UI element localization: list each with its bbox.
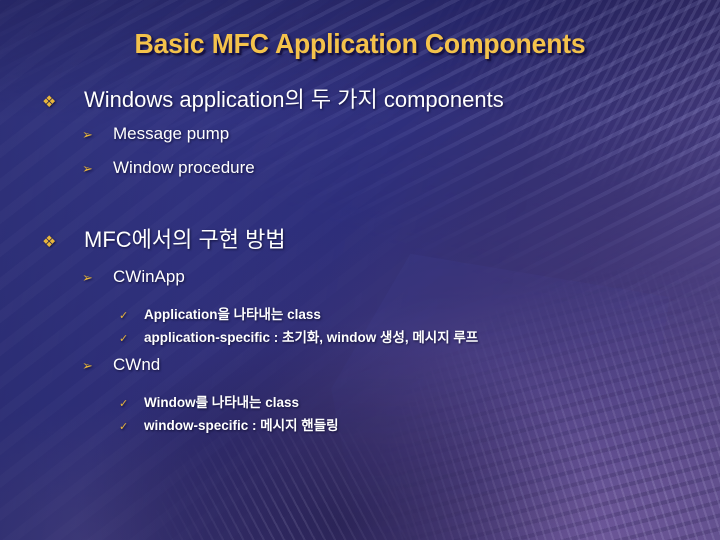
outline-text: Message pump (113, 124, 230, 143)
arrow-bullet-icon: ➢ (82, 270, 93, 285)
diamond-bullet-icon: ❖ (42, 94, 57, 111)
outline-text: CWinApp (113, 267, 185, 286)
outline-row-4: ❖ MFC에서의 구현 방법 (42, 222, 286, 254)
outline-text: Window를 나타내는 class (144, 395, 299, 410)
outline-row-6: ✓ Application을 나타내는 class (119, 303, 321, 323)
check-bullet-icon: ✓ (119, 310, 129, 322)
outline-row-9: ✓ Window를 나타내는 class (119, 391, 299, 411)
outline-text: window-specific : 메시지 핸들링 (144, 418, 339, 433)
check-bullet-icon: ✓ (119, 398, 129, 410)
outline-text: Window procedure (113, 158, 255, 177)
outline-text: Application을 나타내는 class (144, 307, 321, 322)
check-bullet-icon: ✓ (119, 421, 129, 433)
outline-row-1: ❖ Windows application의 두 가지 components (42, 82, 504, 114)
outline-row-7: ✓ application-specific : 초기화, window 생성,… (119, 326, 478, 346)
outline-row-3: ➢ Window procedure (82, 158, 255, 178)
arrow-bullet-icon: ➢ (82, 127, 93, 142)
outline-text: CWnd (113, 355, 161, 374)
slide-title: Basic MFC Application Components (134, 28, 586, 59)
arrow-bullet-icon: ➢ (82, 161, 93, 176)
arrow-bullet-icon: ➢ (82, 358, 93, 373)
outline-text: application-specific : 초기화, window 생성, 메… (144, 330, 479, 345)
outline-row-2: ➢ Message pump (82, 124, 229, 144)
outline-row-5: ➢ CWinApp (82, 267, 185, 287)
outline-row-10: ✓ window-specific : 메시지 핸들링 (119, 414, 339, 434)
outline-text: Windows application의 두 가지 components (84, 87, 504, 112)
outline-row-8: ➢ CWnd (82, 355, 160, 375)
diamond-bullet-icon: ❖ (42, 234, 57, 251)
check-bullet-icon: ✓ (119, 333, 129, 345)
slide-canvas: Basic MFC Application Components ❖ Windo… (0, 0, 720, 540)
slide-content: Basic MFC Application Components ❖ Windo… (0, 0, 720, 540)
outline-text: MFC에서의 구현 방법 (84, 227, 286, 252)
